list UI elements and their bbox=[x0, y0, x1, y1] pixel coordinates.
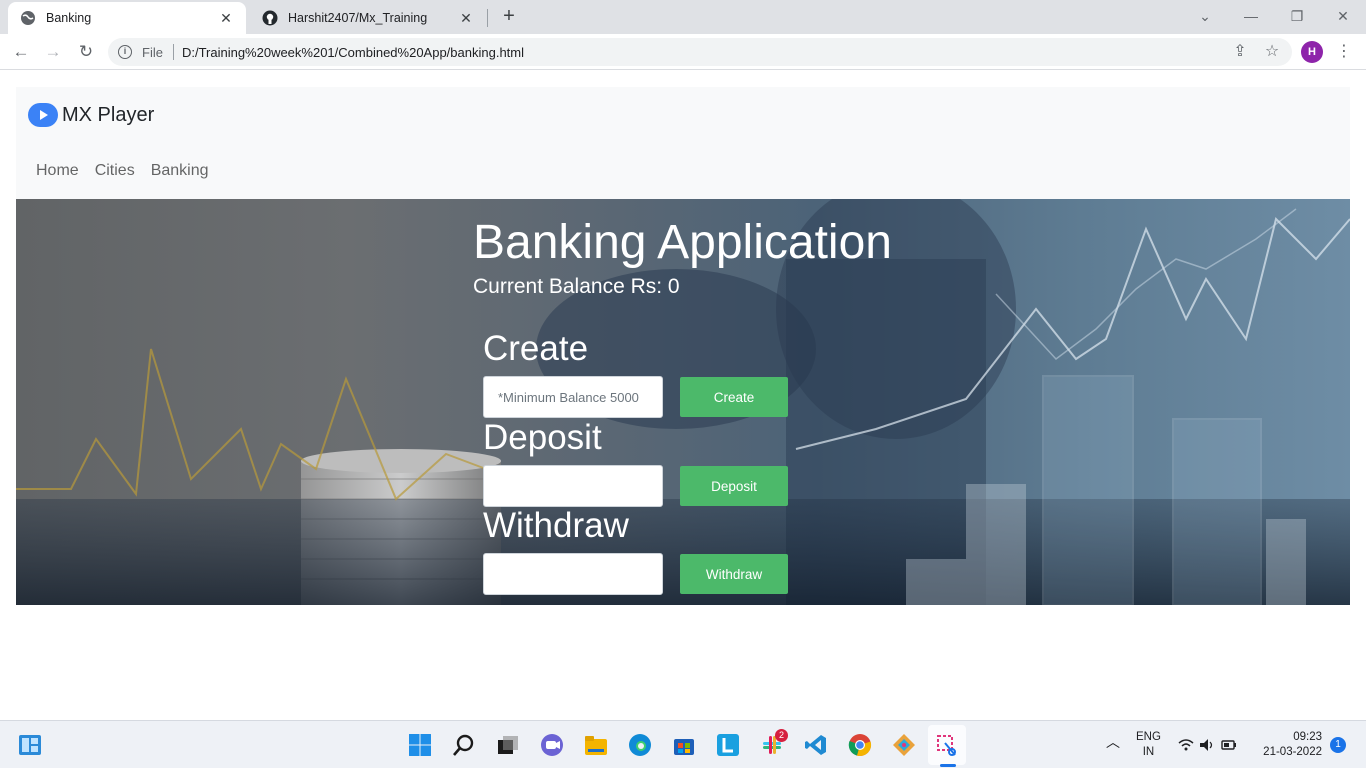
info-icon[interactable]: i bbox=[118, 45, 132, 59]
withdraw-button[interactable]: Withdraw bbox=[680, 554, 788, 594]
reload-icon[interactable]: ↻ bbox=[75, 41, 97, 63]
menu-icon[interactable]: ⋮ bbox=[1336, 41, 1352, 63]
close-tab-icon[interactable]: ✕ bbox=[218, 10, 234, 27]
snipping-tool-icon[interactable] bbox=[935, 733, 959, 757]
chrome-icon[interactable] bbox=[848, 733, 872, 757]
clock-time: 09:23 bbox=[1293, 731, 1322, 743]
globe-icon bbox=[21, 11, 35, 25]
widgets-icon[interactable] bbox=[18, 733, 42, 757]
new-tab-icon[interactable]: + bbox=[498, 6, 520, 28]
os-taskbar: 2 ︿ ENG IN 09:23 21-03-2022 1 bbox=[0, 720, 1366, 768]
slack-badge: 2 bbox=[775, 729, 788, 742]
address-bar[interactable]: i File D:/Training%20week%201/Combined%2… bbox=[108, 38, 1292, 66]
store-icon[interactable] bbox=[672, 733, 696, 757]
region-code: IN bbox=[1142, 746, 1155, 758]
system-tray-icons[interactable] bbox=[1178, 737, 1238, 753]
nav-link-cities[interactable]: Cities bbox=[95, 162, 135, 180]
banking-hero: Banking Application Current Balance Rs: … bbox=[16, 199, 1350, 605]
back-icon[interactable]: ← bbox=[10, 41, 32, 63]
profile-avatar[interactable]: H bbox=[1301, 41, 1323, 63]
create-amount-input[interactable] bbox=[483, 376, 663, 418]
clock[interactable]: 09:23 21-03-2022 bbox=[1256, 730, 1322, 760]
teams-chat-icon[interactable] bbox=[540, 733, 564, 757]
windows-start-icon[interactable] bbox=[408, 733, 432, 757]
url-text[interactable]: D:/Training%20week%201/Combined%20App/ba… bbox=[182, 45, 524, 60]
show-hidden-icons-chevron-icon[interactable]: ︿ bbox=[1106, 735, 1120, 750]
language-code: ENG bbox=[1136, 731, 1161, 743]
tab-divider bbox=[487, 9, 488, 27]
tab-strip: Banking ✕ Harshit2407/Mx_Training ✕ + ⌄ … bbox=[0, 0, 1366, 34]
brand-name: MX Player bbox=[62, 103, 155, 126]
task-view-icon[interactable] bbox=[496, 733, 520, 757]
vscode-icon[interactable] bbox=[804, 733, 828, 757]
active-app-indicator bbox=[940, 764, 956, 767]
share-icon[interactable]: ⇪ bbox=[1229, 41, 1251, 63]
create-button[interactable]: Create bbox=[680, 377, 788, 417]
tab-title: Banking bbox=[46, 11, 92, 25]
nav-links: Home Cities Banking bbox=[36, 162, 209, 180]
site-navbar: MX Player Home Cities Banking bbox=[16, 87, 1350, 199]
nav-link-home[interactable]: Home bbox=[36, 162, 79, 180]
nav-link-banking[interactable]: Banking bbox=[151, 162, 209, 180]
edge-browser-icon[interactable] bbox=[628, 733, 652, 757]
page-title: Banking Application bbox=[473, 216, 892, 269]
deposit-button[interactable]: Deposit bbox=[680, 466, 788, 506]
close-tab-icon[interactable]: ✕ bbox=[458, 10, 474, 27]
tab-github[interactable]: Harshit2407/Mx_Training ✕ bbox=[250, 2, 486, 34]
browser-toolbar: ← → ↻ i File D:/Training%20week%201/Comb… bbox=[0, 34, 1366, 70]
brand-link[interactable]: MX Player bbox=[28, 103, 154, 127]
notification-badge[interactable]: 1 bbox=[1330, 737, 1346, 753]
file-explorer-icon[interactable] bbox=[584, 733, 608, 757]
current-balance: Current Balance Rs: 0 bbox=[473, 275, 680, 298]
omnibox-divider bbox=[172, 44, 174, 60]
search-icon[interactable] bbox=[452, 733, 476, 757]
minimize-icon[interactable]: — bbox=[1236, 4, 1266, 28]
tab-search-icon[interactable]: ⌄ bbox=[1190, 4, 1220, 28]
play-logo-icon bbox=[28, 103, 58, 127]
deposit-amount-input[interactable] bbox=[483, 465, 663, 507]
language-indicator[interactable]: ENG IN bbox=[1136, 730, 1161, 760]
deposit-heading: Deposit bbox=[483, 418, 602, 457]
gitkraken-icon[interactable] bbox=[892, 733, 916, 757]
bookmark-star-icon[interactable]: ☆ bbox=[1261, 41, 1283, 63]
clock-date: 21-03-2022 bbox=[1263, 746, 1322, 758]
github-icon bbox=[262, 10, 278, 26]
scheme-label: File bbox=[142, 44, 163, 60]
forward-icon[interactable]: → bbox=[42, 41, 64, 63]
l-app-icon[interactable] bbox=[716, 733, 740, 757]
restore-icon[interactable]: ❐ bbox=[1282, 4, 1312, 28]
tab-title: Harshit2407/Mx_Training bbox=[288, 11, 428, 25]
create-heading: Create bbox=[483, 329, 589, 368]
withdraw-heading: Withdraw bbox=[483, 506, 629, 545]
tab-banking[interactable]: Banking ✕ bbox=[8, 2, 246, 34]
withdraw-amount-input[interactable] bbox=[483, 553, 663, 595]
close-window-icon[interactable]: ✕ bbox=[1328, 4, 1358, 28]
